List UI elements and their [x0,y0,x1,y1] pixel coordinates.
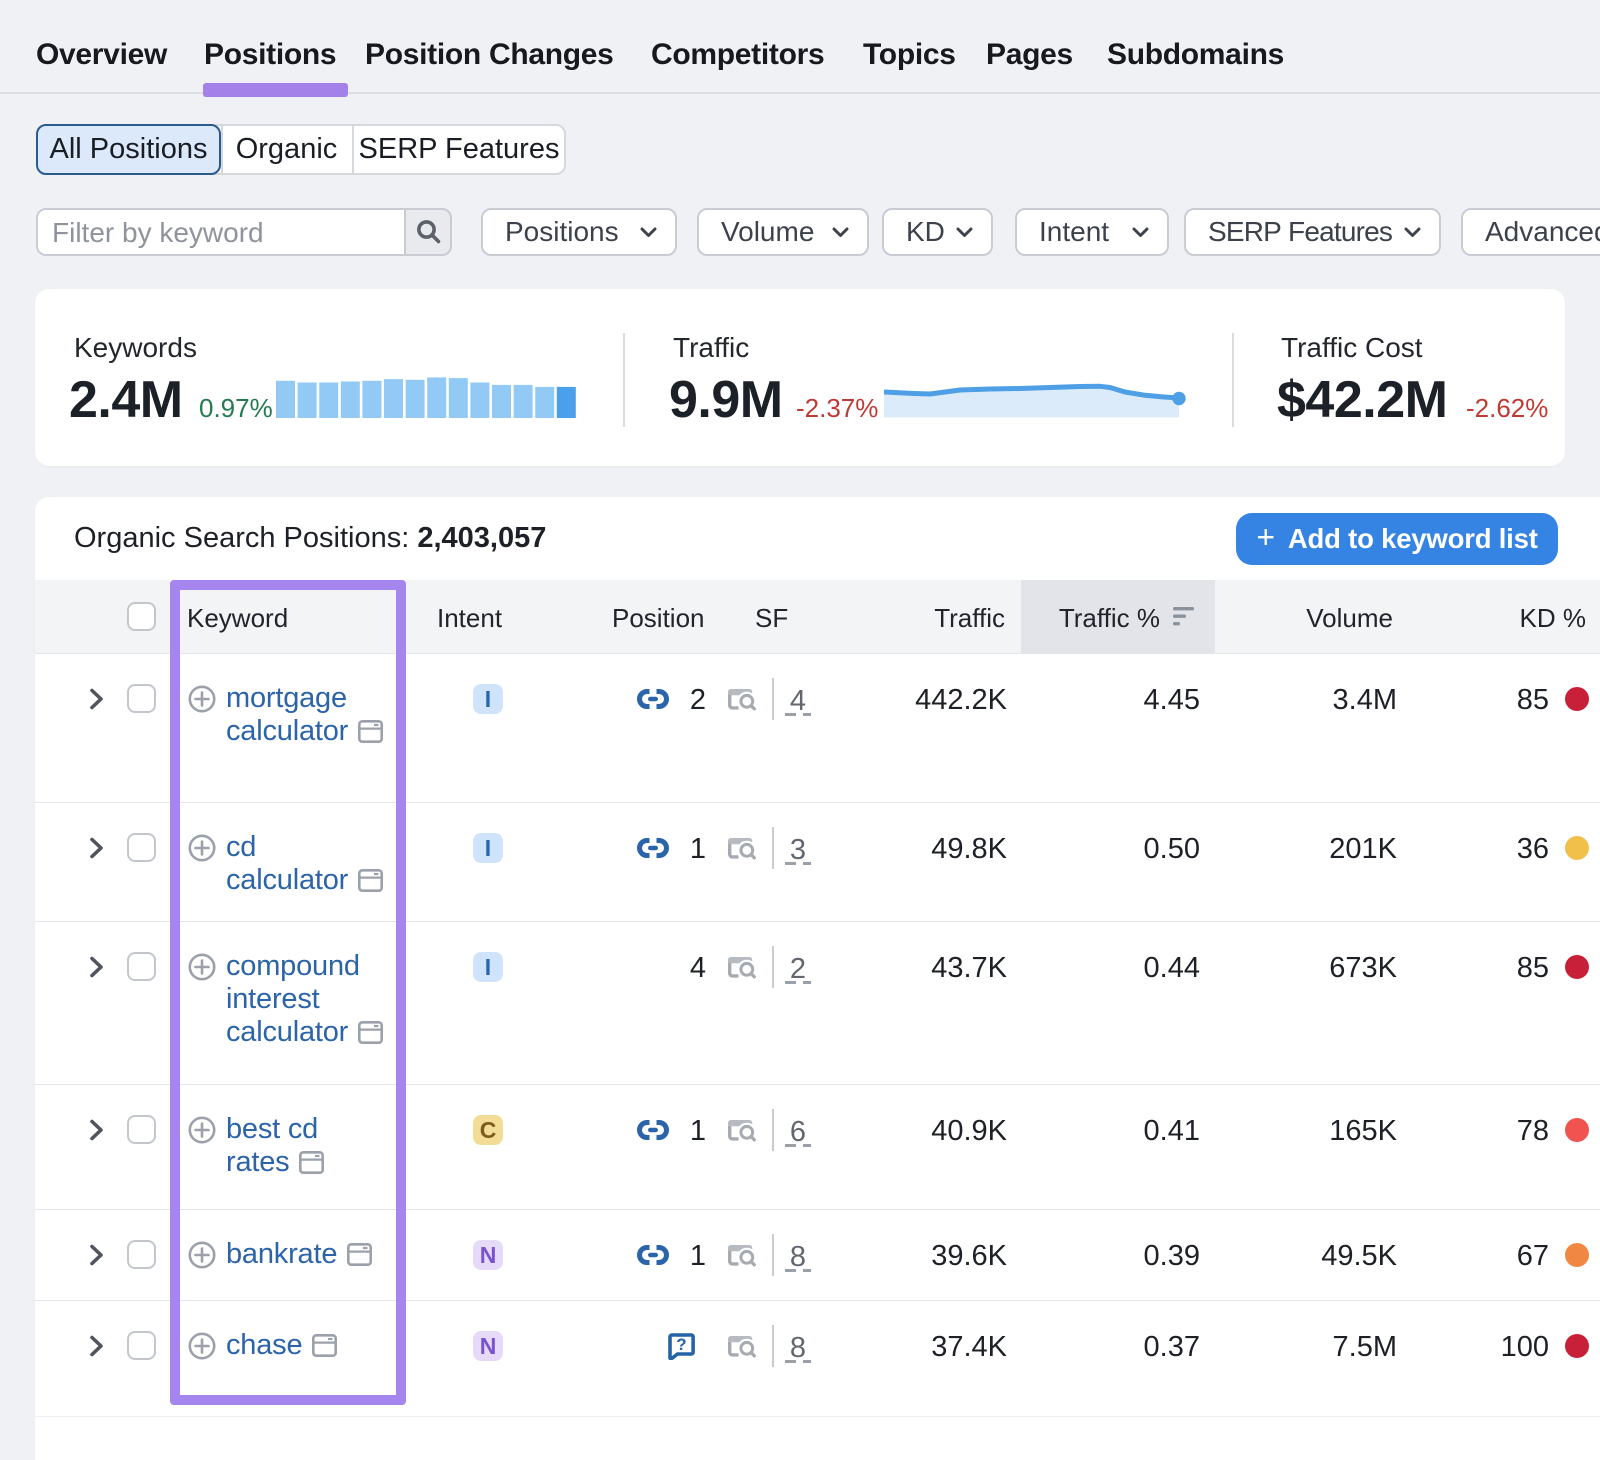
svg-text:?: ? [676,1335,686,1354]
